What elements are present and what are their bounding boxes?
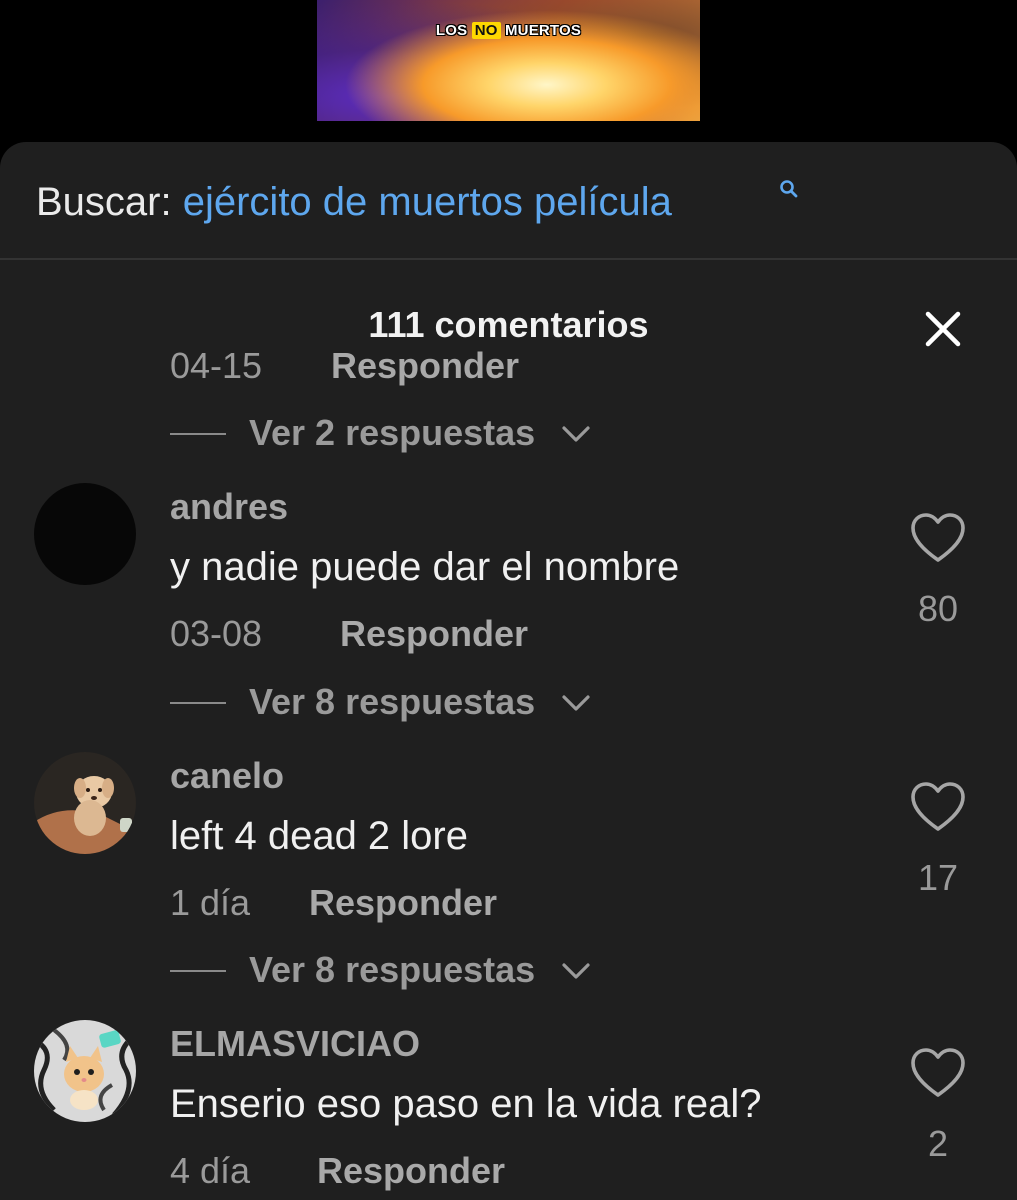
replies-divider-line (170, 702, 226, 704)
video-caption: LOS NO MUERTOS (317, 22, 700, 39)
reply-button[interactable]: Responder (317, 1151, 505, 1191)
comment-text: Enserio eso paso en la vida real? (170, 1082, 762, 1126)
comment-username[interactable]: ELMASVICIAO (170, 1024, 420, 1064)
comment-date: 03-08 (170, 613, 263, 654)
view-replies-label: Ver 2 respuestas (249, 412, 536, 453)
comment-date: 4 día (170, 1150, 251, 1191)
like-count: 2 (927, 1123, 949, 1164)
view-replies-label: Ver 8 respuestas (249, 681, 536, 722)
chevron-down-icon (562, 695, 590, 711)
avatar[interactable] (34, 483, 136, 585)
search-suggestion-row[interactable]: Buscar: ejército de muertos película (0, 142, 1017, 260)
comment-text: left 4 dead 2 lore (170, 814, 468, 858)
reply-button[interactable]: Responder (331, 346, 519, 386)
replies-divider-line (170, 970, 226, 972)
kitten-avatar-image (34, 1020, 136, 1122)
puppy-avatar-image (34, 752, 136, 854)
chevron-down-icon (562, 963, 590, 979)
video-caption-word-2: NO (471, 22, 501, 39)
video-caption-word-1: LOS (435, 22, 468, 39)
comments-sheet: Buscar: ejército de muertos película 111… (0, 142, 1017, 1200)
reply-button[interactable]: Responder (340, 614, 528, 654)
comment-username[interactable]: canelo (170, 756, 284, 796)
search-icon (780, 180, 798, 198)
heart-outline-icon[interactable] (908, 779, 968, 835)
video-thumbnail[interactable]: LOS NO MUERTOS (317, 0, 700, 121)
chevron-down-icon (562, 426, 590, 442)
heart-outline-icon[interactable] (908, 1045, 968, 1101)
comments-count-title: 111 comentarios (368, 304, 649, 345)
video-caption-word-3: MUERTOS (504, 22, 582, 39)
search-suggestion[interactable]: Buscar: ejército de muertos película (36, 178, 672, 226)
comment-date: 04-15 (170, 345, 263, 386)
close-icon[interactable] (922, 308, 964, 350)
avatar[interactable] (34, 1020, 136, 1122)
heart-outline-icon[interactable] (908, 510, 968, 566)
like-count: 17 (917, 857, 959, 898)
reply-button[interactable]: Responder (309, 883, 497, 923)
search-query-link[interactable]: ejército de muertos película (183, 180, 672, 224)
comment-text: y nadie puede dar el nombre (170, 545, 680, 589)
avatar[interactable] (34, 752, 136, 854)
replies-divider-line (170, 433, 226, 435)
comment-date: 1 día (170, 882, 251, 923)
comment-username[interactable]: andres (170, 487, 288, 527)
view-replies-label: Ver 8 respuestas (249, 949, 536, 990)
search-prefix: Buscar: (36, 180, 172, 224)
like-count: 80 (917, 588, 959, 629)
